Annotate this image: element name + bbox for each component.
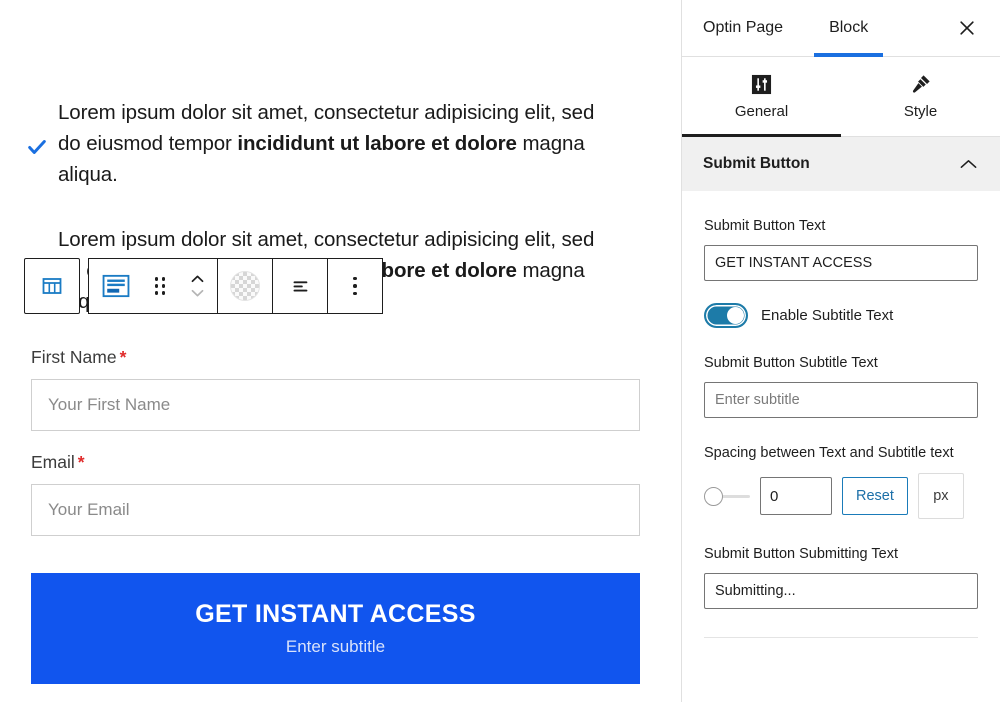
tab-style[interactable]: Style <box>841 57 1000 136</box>
submit-button-section-header[interactable]: Submit Button <box>682 137 1000 191</box>
first-name-label: First Name * <box>31 347 126 368</box>
paragraph-one-text-bold: incididunt ut labore et dolore <box>237 132 517 155</box>
spacing-number-input[interactable] <box>760 477 832 515</box>
sidebar-sub-tabs: General Style <box>682 57 1000 137</box>
submitting-text-label: Submit Button Submitting Text <box>704 546 898 562</box>
toggle-knob <box>727 307 744 324</box>
submit-button-section-body: Submit Button Text Enable Subtitle Text … <box>682 216 1000 638</box>
submit-button-text-input[interactable] <box>704 245 978 281</box>
block-toolbar <box>24 258 383 314</box>
section-title: Submit Button <box>703 155 810 172</box>
select-parent-block-button[interactable] <box>25 259 79 313</box>
chevron-down-icon[interactable] <box>191 289 204 297</box>
drag-handle-icon <box>154 277 166 295</box>
chevron-up-icon[interactable] <box>191 275 204 283</box>
tab-optin-page[interactable]: Optin Page <box>701 0 785 57</box>
spacing-unit-button[interactable]: px <box>917 473 964 519</box>
color-picker-button[interactable] <box>218 259 272 313</box>
subtitle-text-input[interactable] <box>704 382 978 418</box>
close-sidebar-button[interactable] <box>954 15 980 41</box>
close-icon <box>960 21 974 35</box>
more-options-button[interactable] <box>328 259 382 313</box>
spacing-controls: Reset px <box>704 473 978 519</box>
submit-button-text-label: Submit Button Text <box>704 218 826 234</box>
enable-subtitle-label: Enable Subtitle Text <box>761 307 894 324</box>
chevron-up-icon[interactable] <box>959 158 978 170</box>
editor-canvas: Lorem ipsum dolor sit amet, consectetur … <box>0 0 681 702</box>
more-options-icon <box>353 276 357 296</box>
tab-general[interactable]: General <box>682 57 841 137</box>
email-label: Email * <box>31 452 85 473</box>
spacing-reset-button[interactable]: Reset <box>842 477 908 515</box>
enable-subtitle-toggle[interactable] <box>704 303 748 328</box>
tab-block[interactable]: Block <box>814 0 884 57</box>
optin-form-block-icon <box>102 274 130 298</box>
editor-screen: Lorem ipsum dolor sit amet, consectetur … <box>0 0 1000 702</box>
subtitle-text-label: Submit Button Subtitle Text <box>704 355 878 371</box>
spacing-slider[interactable] <box>704 486 750 506</box>
checkmark-icon <box>26 136 48 158</box>
required-asterisk: * <box>77 452 85 472</box>
slider-thumb[interactable] <box>704 486 723 506</box>
settings-sidebar: Optin Page Block General Style Submit Bu… <box>681 0 1000 702</box>
align-icon <box>293 281 308 292</box>
block-type-button[interactable] <box>89 259 143 313</box>
sliders-icon <box>751 73 772 95</box>
spacing-label: Spacing between Text and Subtitle text <box>704 445 954 461</box>
tab-general-label: General <box>734 103 789 120</box>
first-name-placeholder: Your First Name <box>48 395 171 414</box>
columns-icon <box>42 278 62 294</box>
tab-style-label: Style <box>903 103 938 120</box>
submit-button-subtitle: Enter subtitle <box>285 637 386 656</box>
parent-block-toolbar-group <box>24 258 80 314</box>
sidebar-tabs: Optin Page Block <box>682 0 1000 57</box>
first-name-input[interactable]: Your First Name <box>31 379 640 431</box>
email-input[interactable]: Your Email <box>31 484 640 536</box>
panel-divider <box>704 637 978 638</box>
submit-button[interactable]: GET INSTANT ACCESS Enter subtitle <box>31 573 640 684</box>
align-button[interactable] <box>273 259 327 313</box>
paragraph-one[interactable]: Lorem ipsum dolor sit amet, consectetur … <box>58 97 618 190</box>
transparency-checker-icon <box>230 271 260 301</box>
enable-subtitle-row: Enable Subtitle Text <box>704 303 978 328</box>
submit-button-text: GET INSTANT ACCESS <box>195 600 476 628</box>
email-placeholder: Your Email <box>48 500 130 519</box>
required-asterisk: * <box>119 347 127 367</box>
submitting-text-input[interactable] <box>704 573 978 609</box>
first-name-label-text: First Name <box>31 347 117 367</box>
block-toolbar-group <box>88 258 383 314</box>
drag-handle-button[interactable] <box>143 259 177 313</box>
email-label-text: Email <box>31 452 75 472</box>
move-block-buttons[interactable] <box>177 259 217 313</box>
paintbrush-icon <box>910 73 932 95</box>
